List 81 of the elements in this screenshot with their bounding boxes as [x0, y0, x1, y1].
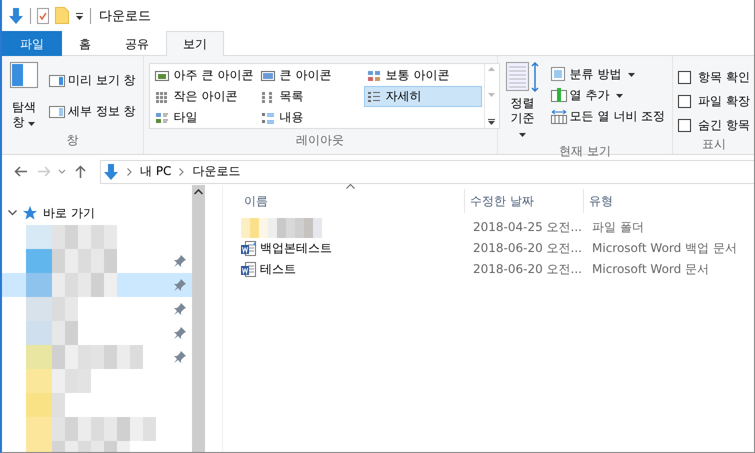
view-icon	[154, 112, 169, 124]
recent-dropdown-icon[interactable]	[58, 169, 66, 174]
date-modified: 2018-04-25 오전...	[472, 219, 583, 236]
layout-option[interactable]: 목록	[258, 86, 364, 107]
layout-option[interactable]: 큰 아이콘	[258, 65, 364, 86]
view-icon	[260, 112, 275, 124]
scroll-down-icon	[488, 93, 496, 97]
layout-option[interactable]: 타일	[152, 107, 258, 128]
chevron-icon	[127, 168, 132, 176]
pane-layout-icon	[10, 62, 38, 88]
details-pane-button[interactable]: 세부 정보 창	[47, 101, 138, 122]
group-icon	[550, 67, 567, 82]
back-arrow-icon[interactable]	[14, 166, 26, 177]
window-title: 다운로드	[99, 8, 151, 24]
file-type: Microsoft Word 백업 문서	[591, 240, 738, 257]
checkbox[interactable]: 항목 확인	[678, 66, 750, 88]
folder-icon[interactable]	[55, 7, 69, 24]
expand-gallery-icon[interactable]	[488, 119, 496, 125]
layout-option[interactable]: 작은 아이콘	[152, 86, 258, 107]
sort-by-button[interactable]: 정렬 기준	[502, 60, 543, 143]
layout-option[interactable]: 내용	[258, 107, 364, 128]
preview-pane-button[interactable]: 미리 보기 창	[47, 70, 138, 91]
column-icon	[550, 88, 567, 103]
download-arrow-icon	[103, 164, 119, 180]
checkbox[interactable]: 파일 확장	[678, 90, 750, 112]
navigation-pane-button[interactable]: 탐색 창	[7, 60, 41, 132]
caret-icon	[519, 133, 526, 137]
layout-option[interactable]: 보통 아이콘	[364, 65, 482, 86]
file-type: 파일 폴더	[591, 219, 645, 236]
pane-icon	[49, 74, 65, 86]
group-by-button[interactable]: 분류 방법	[548, 64, 668, 85]
size-columns-button[interactable]: 모든 열 너비 조정	[548, 106, 668, 127]
layout-option[interactable]: 아주 큰 아이콘	[152, 65, 258, 86]
pixelated-folder-name[interactable]	[241, 218, 322, 238]
column-width-icon	[550, 109, 567, 124]
view-icon	[260, 70, 275, 82]
up-arrow-icon[interactable]	[74, 165, 86, 178]
star-icon	[23, 206, 37, 220]
scroll-up-icon[interactable]	[194, 189, 203, 195]
forward-arrow-icon[interactable]	[38, 166, 50, 177]
ribbon-tab[interactable]: 공유	[108, 31, 166, 56]
column-header[interactable]: 유형	[584, 189, 744, 213]
group-label: 현재 보기	[558, 143, 612, 160]
chevron-icon	[179, 168, 184, 176]
file-menu-tab[interactable]: 파일	[2, 31, 62, 56]
view-icon	[154, 90, 169, 102]
column-header[interactable]: 수정한 날짜	[465, 189, 584, 213]
view-icon	[366, 70, 381, 82]
view-icon	[154, 70, 169, 82]
view-icon	[260, 90, 275, 102]
scrollbar[interactable]	[192, 185, 206, 452]
group-label: 표시	[701, 136, 727, 153]
address-bar[interactable]: 내 PC 다운로드	[100, 160, 754, 184]
date-modified: 2018-06-20 오전...	[472, 240, 583, 257]
download-arrow-icon[interactable]	[8, 8, 24, 24]
quick-access-label[interactable]: 바로 가기	[43, 204, 95, 222]
expand-chevron-icon[interactable]	[8, 210, 17, 216]
file-name[interactable]: 테스트	[260, 261, 296, 278]
word-backup-file-icon	[241, 240, 257, 256]
view-icon	[366, 90, 381, 102]
ribbon-tab[interactable]: 보기	[166, 31, 224, 56]
pane-icon	[49, 106, 65, 118]
checkbox[interactable]: 숨긴 항목	[678, 114, 750, 136]
nav-item[interactable]	[2, 273, 192, 297]
file-name[interactable]: 백업본테스트	[260, 240, 332, 257]
group-label: 창	[65, 132, 80, 149]
caret-icon	[28, 122, 36, 126]
date-modified: 2018-06-20 오전...	[472, 261, 583, 278]
layout-option[interactable]: 자세히	[364, 86, 482, 107]
scroll-up-icon	[488, 67, 496, 71]
word-file-icon	[241, 262, 257, 278]
breadcrumb[interactable]: 다운로드	[192, 163, 240, 180]
breadcrumb[interactable]: 내 PC	[140, 163, 172, 180]
add-columns-button[interactable]: 열 추가	[548, 85, 668, 106]
group-label: 레이아웃	[295, 132, 346, 149]
properties-icon[interactable]	[37, 8, 49, 24]
sort-icon	[506, 62, 540, 94]
caret-icon[interactable]	[75, 12, 84, 20]
column-header[interactable]: 이름	[239, 189, 465, 213]
ribbon-tab[interactable]: 홈	[62, 31, 108, 56]
file-type: Microsoft Word 문서	[591, 261, 710, 278]
